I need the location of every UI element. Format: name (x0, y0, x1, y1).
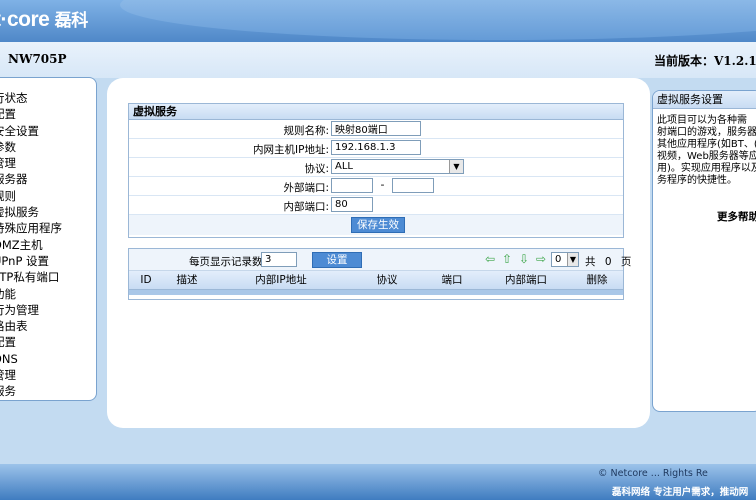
firmware-version: 当前版本：V1.2.12 (654, 54, 756, 68)
rule-name-label: 规则名称: (283, 125, 329, 137)
first-page-icon[interactable]: ⇦ (483, 253, 497, 266)
internal-port-label: 内部端口: (283, 201, 329, 213)
internal-port-row: 内部端口: (129, 196, 623, 215)
menu-item[interactable]: 配置 (0, 106, 96, 122)
menu-item[interactable]: 行状态 (0, 90, 96, 106)
protocol-select[interactable]: ALL ▼ (331, 159, 464, 174)
help-text-line: 此项目可以为各种需 (657, 115, 747, 126)
netcore-logo: t·core 磊科 (0, 6, 88, 32)
menu-item[interactable]: 功能 (0, 286, 96, 302)
menu-item[interactable]: UPnP 设置 (0, 253, 96, 269)
last-page-icon[interactable]: ⇨ (534, 253, 548, 266)
table-header: ID 描述 内部IP地址 协议 端口 内部端口 删除 (129, 271, 623, 290)
menu-item[interactable]: 配置 (0, 334, 96, 350)
help-text-line: 视频，Web服务器等应 (657, 151, 756, 162)
lan-ip-row: 内网主机IP地址: (129, 139, 623, 158)
total-value: 0 (604, 256, 612, 268)
help-text-line: 射端口的游戏，服务器 (657, 127, 756, 138)
chevron-down-icon[interactable]: ▼ (567, 253, 578, 266)
col-port: 端口 (441, 274, 463, 286)
menu-item[interactable]: 服务 (0, 383, 96, 399)
save-button[interactable]: 保存生效 (351, 217, 405, 233)
virtual-service-form: 虚拟服务 规则名称: 内网主机IP地址: 协议: ALL ▼ 外部端口: - 内… (128, 103, 624, 238)
menu-item[interactable]: FTP私有端口 (0, 269, 96, 285)
logo-text: t·core (0, 8, 50, 31)
external-port-label: 外部端口: (283, 182, 329, 194)
protocol-row: 协议: ALL ▼ (129, 158, 623, 177)
form-title: 虚拟服务 (129, 104, 623, 120)
chevron-down-icon[interactable]: ▼ (449, 160, 463, 173)
internal-port-input[interactable] (331, 197, 373, 212)
menu-item[interactable]: 安全设置 (0, 123, 96, 139)
page-selected: 0 (555, 254, 562, 265)
page-select[interactable]: 0 ▼ (551, 252, 579, 267)
col-internal-ip: 内部IP地址 (255, 274, 307, 286)
lan-ip-label: 内网主机IP地址: (253, 144, 329, 156)
menu-item[interactable]: 虚拟服务 (0, 204, 96, 220)
col-protocol: 协议 (376, 274, 398, 286)
menu-item[interactable]: 规则 (0, 188, 96, 204)
menu-item[interactable]: 特殊应用程序 (0, 220, 96, 236)
pager-bar: 每页显示记录数 设置 ⇦ ⇧ ⇩ ⇨ 0 ▼ 共 0 页 (129, 249, 631, 271)
rule-name-row: 规则名称: (129, 120, 623, 139)
help-text-line: 用)。实现应用程序以及 (657, 163, 756, 174)
page-navigation: ⇦ ⇧ ⇩ ⇨ (483, 253, 548, 266)
protocol-selected: ALL (335, 161, 353, 172)
help-panel: 虚拟服务设置 此项目可以为各种需 射端口的游戏，服务器 其他应用程序(如BT、(视频… (652, 90, 756, 412)
set-button[interactable]: 设置 (312, 252, 362, 268)
header-bar: t·core 磊科 (0, 0, 756, 42)
menu-item[interactable]: 行为管理 (0, 302, 96, 318)
col-description: 描述 (176, 274, 198, 286)
total-pages: 共 0 页 (585, 254, 631, 269)
rule-name-input[interactable] (331, 121, 421, 136)
help-text-line: 务程序的快捷性。 (657, 175, 737, 186)
total-prefix: 共 (585, 256, 596, 268)
menu-item[interactable]: 服务器 (0, 171, 96, 187)
info-band (0, 42, 756, 78)
header-swoosh (120, 0, 756, 40)
slogan-text: 磊科网络 专注用户需求，推动网 (612, 487, 749, 498)
copyright-text: © Netcore ... Rights Re (598, 468, 708, 479)
col-delete: 删除 (586, 274, 608, 286)
external-port-row: 外部端口: - (129, 177, 623, 196)
prev-page-icon[interactable]: ⇧ (500, 253, 514, 266)
lan-ip-input[interactable] (331, 140, 421, 155)
menu-list: 行状态配置安全设置参数管理服务器规则虚拟服务特殊应用程序DMZ主机UPnP 设置… (0, 78, 96, 400)
virtual-service-list: 每页显示记录数 设置 ⇦ ⇧ ⇩ ⇨ 0 ▼ 共 0 页 ID 描述 内部IP地… (128, 248, 631, 300)
external-port-from-input[interactable] (331, 178, 373, 193)
more-help-link[interactable]: 更多帮助 (717, 209, 756, 224)
menu-item[interactable]: 管理 (0, 367, 96, 383)
per-page-input[interactable] (261, 252, 297, 267)
protocol-label: 协议: (304, 163, 329, 175)
table-footer (129, 290, 623, 295)
port-range-separator: - (380, 178, 385, 191)
menu-item[interactable]: DNS (0, 351, 96, 367)
col-id: ID (140, 274, 152, 286)
menu-item[interactable]: 参数 (0, 139, 96, 155)
external-port-to-input[interactable] (391, 178, 434, 193)
col-internal-port: 内部端口 (505, 274, 547, 286)
left-menu: 行状态配置安全设置参数管理服务器规则虚拟服务特殊应用程序DMZ主机UPnP 设置… (0, 77, 97, 401)
next-page-icon[interactable]: ⇩ (517, 253, 531, 266)
model-name: NW705P (8, 52, 67, 66)
menu-item[interactable]: 管理 (0, 155, 96, 171)
help-title: 虚拟服务设置 (653, 91, 756, 109)
menu-item[interactable]: DMZ主机 (0, 237, 96, 253)
total-suffix: 页 (620, 256, 632, 268)
help-text: 此项目可以为各种需 射端口的游戏，服务器 其他应用程序(如BT、(视频，Web服务器… (653, 109, 756, 187)
save-row: 保存生效 (129, 215, 623, 235)
logo-cn: 磊科 (54, 11, 89, 30)
menu-item[interactable]: 路由表 (0, 318, 96, 334)
per-page-label: 每页显示记录数 (189, 256, 263, 268)
help-text-line: 其他应用程序(如BT、( (657, 139, 756, 150)
